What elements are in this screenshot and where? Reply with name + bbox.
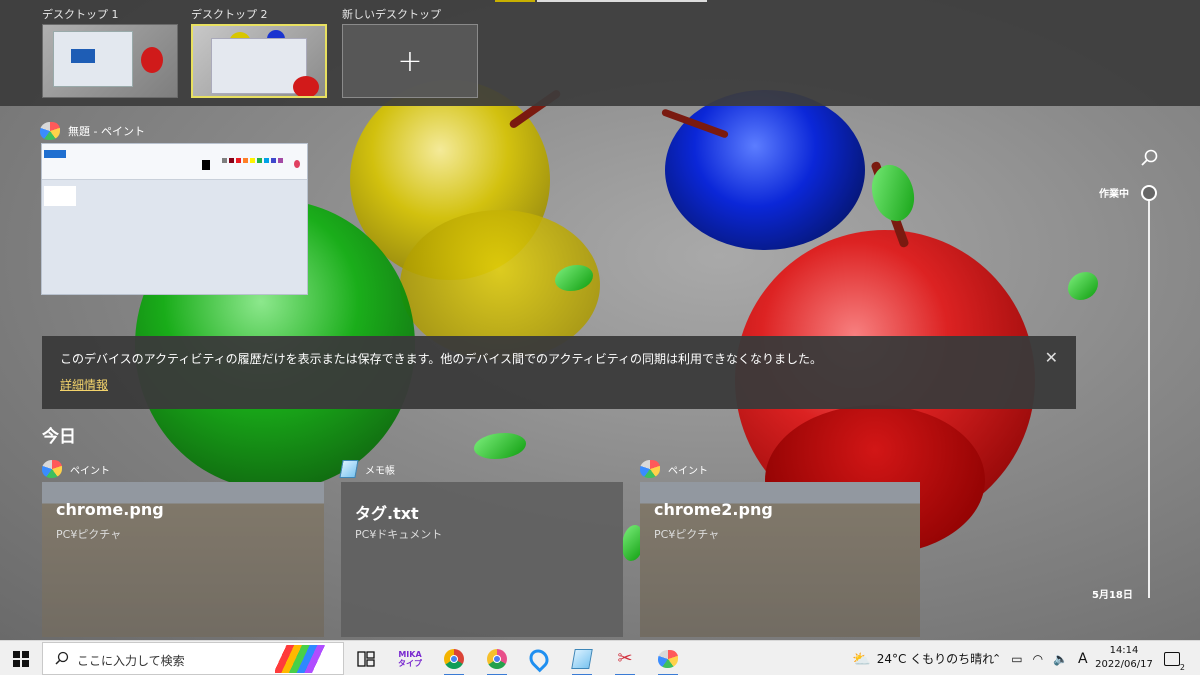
card-app-label: ペイント (42, 460, 110, 478)
search-highlight-art (275, 645, 339, 673)
new-desktop-label: 新しいデスクトップ (342, 8, 441, 21)
notification-count: 2 (1179, 662, 1185, 672)
timeline-thumb[interactable] (1141, 185, 1157, 201)
today-heading: 今日 (42, 427, 76, 447)
window-title-text: 無題 - ペイント (68, 125, 145, 138)
paint-window-thumbnail[interactable] (41, 143, 308, 295)
weather-widget[interactable]: ⛅ 24°C くもりのち晴れ (852, 641, 994, 675)
desktop-2-thumbnail[interactable] (191, 24, 327, 98)
details-link[interactable]: 詳細情報 (60, 376, 108, 393)
snipping-icon[interactable]: ✂ (605, 641, 645, 675)
card-app-name: メモ帳 (365, 465, 395, 477)
search-icon[interactable] (1140, 148, 1160, 168)
clock[interactable]: 14:14 2022/06/17 (1094, 644, 1154, 672)
card-app-label: ペイント (640, 460, 708, 478)
desktop-1[interactable]: デスクトップ 1 (42, 6, 178, 98)
windows-logo-icon (13, 650, 29, 667)
desktop-2-label: デスクトップ 2 (191, 8, 268, 21)
card-title: chrome2.png (654, 500, 773, 519)
wifi-icon[interactable]: ◠ (1033, 652, 1043, 666)
desktop-1-thumbnail[interactable] (42, 24, 178, 98)
desktop-1-label: デスクトップ 1 (42, 8, 119, 21)
strip-indicator (537, 0, 707, 2)
system-tray: ⌃ ▭ ◠ 🔈 A (992, 641, 1088, 675)
paint-icon (40, 122, 60, 140)
paint-icon (42, 460, 62, 478)
notice-message: このデバイスのアクティビティの履歴だけを表示または保存できます。他のデバイス間で… (60, 352, 823, 366)
search-icon (55, 651, 69, 665)
timeline-bottom-label: 5月18日 (1092, 590, 1133, 601)
window-title[interactable]: 無題 - ペイント (40, 122, 145, 140)
new-desktop[interactable]: 新しいデスクトップ + (342, 6, 478, 98)
task-view-icon[interactable] (346, 641, 386, 675)
chrome-alt-icon[interactable] (477, 641, 517, 675)
new-desktop-button[interactable]: + (342, 24, 478, 98)
card-path: PC¥ピクチャ (56, 528, 122, 541)
leaf-shape (1068, 272, 1098, 300)
clock-time: 14:14 (1109, 645, 1139, 656)
notepad-taskbar-icon[interactable] (562, 641, 602, 675)
paint-ribbon (42, 144, 307, 180)
activity-notice-bar: このデバイスのアクティビティの履歴だけを表示または保存できます。他のデバイス間で… (42, 336, 1076, 409)
plus-icon: + (397, 43, 423, 79)
blue-apple-shape (665, 90, 865, 250)
ime-indicator[interactable]: A (1078, 651, 1088, 667)
card-app-name: ペイント (668, 465, 708, 477)
activity-card[interactable]: chrome.png PC¥ピクチャ (42, 482, 324, 637)
chevron-up-icon[interactable]: ⌃ (992, 652, 1001, 665)
timeline-top-label: 作業中 (1099, 189, 1129, 200)
chrome-icon[interactable] (434, 641, 474, 675)
paint-canvas (44, 186, 76, 206)
leaf-shape (474, 433, 526, 459)
cortana-icon[interactable] (519, 641, 559, 675)
activity-card[interactable]: タグ.txt PC¥ドキュメント (341, 482, 623, 637)
desktop-2[interactable]: デスクトップ 2 (191, 6, 327, 98)
timeline-track[interactable] (1148, 200, 1150, 598)
search-placeholder: ここに入力して検索 (77, 654, 185, 668)
clock-date: 2022/06/17 (1095, 659, 1153, 670)
card-app-label: メモ帳 (339, 460, 395, 478)
cloudy-sun-icon: ⛅ (852, 649, 871, 668)
card-title: タグ.txt (355, 504, 419, 523)
close-icon[interactable]: ✕ (1045, 348, 1058, 367)
notepad-icon (339, 460, 359, 478)
card-app-name: ペイント (70, 465, 110, 477)
card-title: chrome.png (56, 500, 164, 519)
notification-center-icon[interactable]: 2 (1162, 641, 1185, 675)
start-button[interactable] (0, 641, 42, 675)
mika-type-icon[interactable]: MIKA タイプ (390, 641, 430, 675)
taskbar: ここに入力して検索 MIKA タイプ ✂ ⛅ 24°C くもりのち晴れ ⌃ ▭ … (0, 640, 1200, 675)
virtual-desktop-strip: デスクトップ 1 デスクトップ 2 新しいデスクトップ + (0, 0, 1200, 106)
card-path: PC¥ドキュメント (355, 528, 443, 541)
paint-icon (640, 460, 660, 478)
taskbar-search-box[interactable]: ここに入力して検索 (42, 642, 344, 675)
paint-taskbar-icon[interactable] (648, 641, 688, 675)
activity-card[interactable]: chrome2.png PC¥ピクチャ (640, 482, 920, 637)
card-path: PC¥ピクチャ (654, 528, 720, 541)
battery-icon[interactable]: ▭ (1011, 652, 1022, 666)
leaf-shape (860, 158, 926, 228)
strip-indicator (495, 0, 535, 2)
volume-icon[interactable]: 🔈 (1053, 652, 1068, 666)
weather-text: 24°C くもりのち晴れ (876, 652, 995, 666)
